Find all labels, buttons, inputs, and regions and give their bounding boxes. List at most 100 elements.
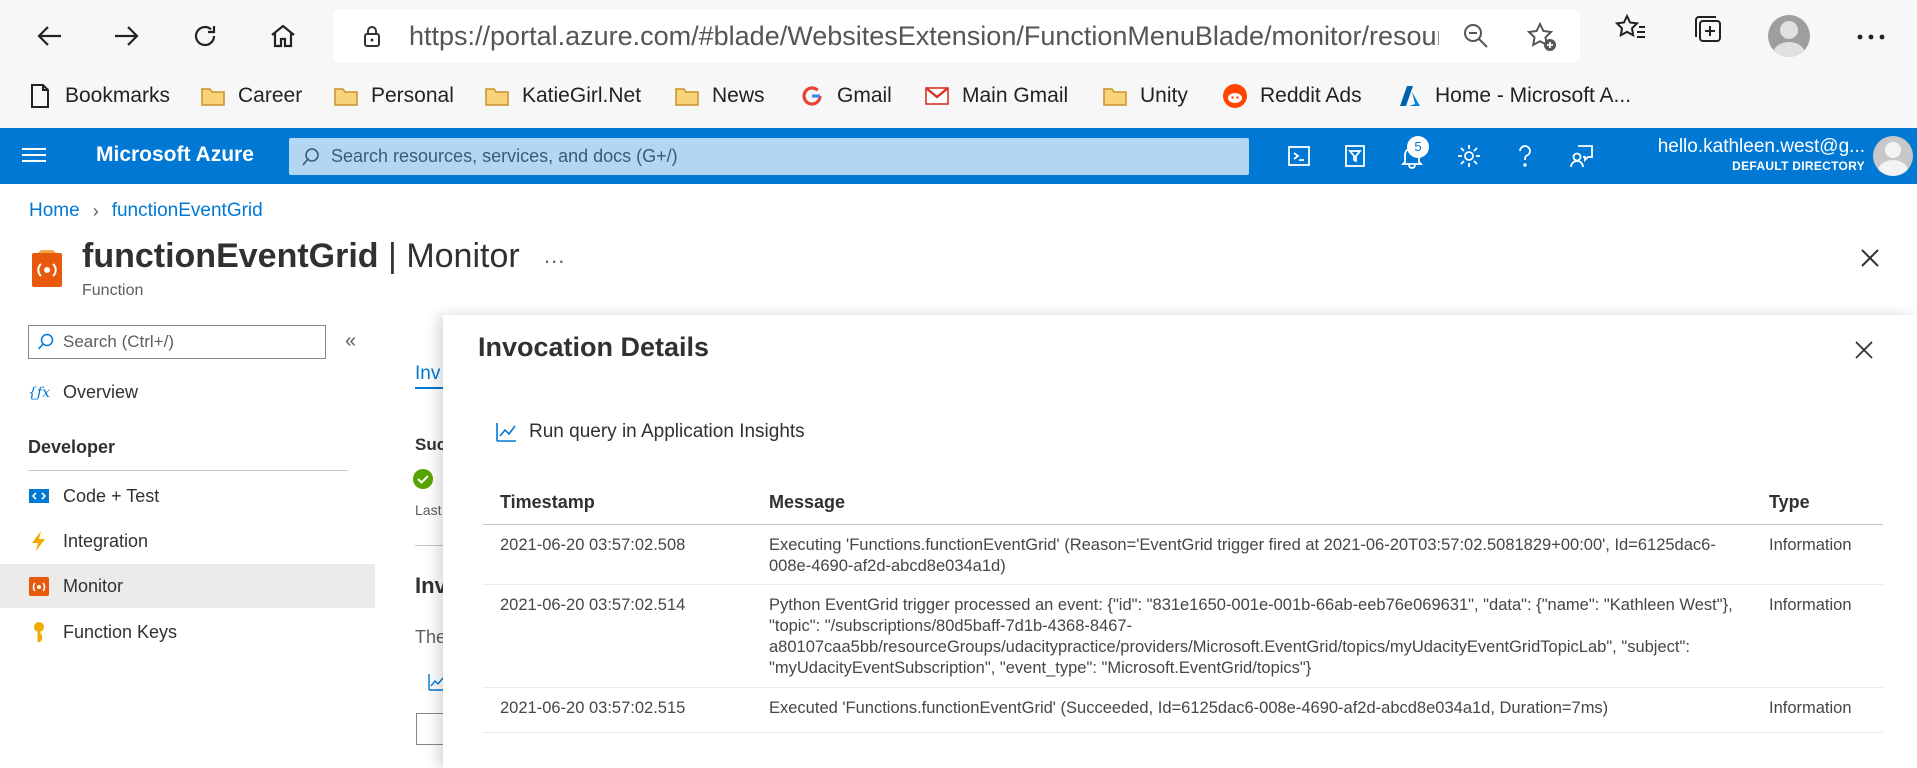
- close-icon[interactable]: [1858, 246, 1882, 270]
- bookmark-label: News: [712, 84, 765, 107]
- more-options-icon[interactable]: [1854, 22, 1888, 52]
- bookmark-item[interactable]: Main Gmail: [924, 74, 1068, 118]
- settings-button[interactable]: [1455, 142, 1483, 170]
- bookmark-label: Gmail: [837, 84, 892, 107]
- function-app-icon: [32, 250, 62, 287]
- monitor-icon: [29, 577, 49, 596]
- sidebar-item-label: Integration: [63, 530, 149, 551]
- table-header: Timestamp Message Type: [483, 479, 1883, 525]
- table-row[interactable]: 2021-06-20 03:57:02.514 Python EventGrid…: [483, 585, 1883, 688]
- sidebar-item-overview[interactable]: {ƒx} Overview: [0, 370, 375, 414]
- bookmark-label: Personal: [371, 84, 454, 107]
- notification-count-badge: 5: [1407, 136, 1429, 158]
- close-icon[interactable]: [1854, 340, 1874, 360]
- column-header-type[interactable]: Type: [1769, 492, 1810, 513]
- account-menu[interactable]: hello.kathleen.west@g... DEFAULT DIRECTO…: [1610, 136, 1865, 173]
- blade-name: Monitor: [406, 237, 520, 275]
- question-icon: [1519, 145, 1531, 167]
- zoom-out-icon[interactable]: [1462, 22, 1490, 50]
- row-timestamp: 2021-06-20 03:57:02.508: [500, 536, 686, 554]
- bookmarks-bar: Bookmarks Career Personal KatieGirl.Net …: [0, 74, 1917, 118]
- bookmark-item[interactable]: Career: [200, 74, 302, 118]
- tab-underline: [415, 387, 443, 389]
- back-button[interactable]: [26, 12, 74, 60]
- cloud-shell-button[interactable]: [1285, 142, 1313, 170]
- address-bar[interactable]: https://portal.azure.com/#blade/Websites…: [333, 9, 1580, 63]
- collections-icon[interactable]: [1692, 13, 1726, 47]
- key-icon: [34, 622, 44, 642]
- table-row[interactable]: 2021-06-20 03:57:02.508 Executing 'Funct…: [483, 525, 1883, 585]
- title-separator: |: [388, 237, 397, 275]
- success-check-icon: [413, 469, 433, 489]
- background-last-label: Last: [415, 502, 442, 518]
- table-row[interactable]: 2021-06-20 03:57:02.515 Executed 'Functi…: [483, 688, 1883, 733]
- account-email: hello.kathleen.west@g...: [1657, 136, 1865, 157]
- azure-brand[interactable]: Microsoft Azure: [96, 143, 254, 167]
- sidebar-item-label: Function Keys: [63, 621, 178, 642]
- background-filter-box[interactable]: [416, 713, 444, 745]
- bookmark-item[interactable]: Gmail: [799, 74, 892, 118]
- sidebar-divider: [28, 470, 348, 471]
- bookmark-item[interactable]: Unity: [1102, 74, 1188, 118]
- bookmark-label: Career: [238, 84, 303, 107]
- run-query-label: Run query in Application Insights: [529, 421, 805, 442]
- browser-toolbar: https://portal.azure.com/#blade/Websites…: [0, 0, 1917, 128]
- bookmark-item[interactable]: KatieGirl.Net: [484, 74, 641, 118]
- directory-filter-button[interactable]: [1341, 142, 1369, 170]
- lightning-icon: [32, 531, 45, 551]
- code-icon: [29, 489, 49, 503]
- page-title: functionEventGrid | Monitor: [82, 237, 520, 276]
- refresh-button[interactable]: [181, 12, 229, 60]
- breadcrumb: Home › functionEventGrid: [29, 200, 263, 222]
- refresh-icon: [194, 25, 216, 47]
- portal-menu-button[interactable]: [22, 144, 46, 168]
- browser-profile-avatar[interactable]: [1768, 15, 1810, 57]
- global-search-input[interactable]: Search resources, services, and docs (G+…: [289, 138, 1249, 175]
- bookmark-item[interactable]: News: [674, 74, 765, 118]
- sidebar-item-integration[interactable]: Integration: [0, 519, 375, 563]
- home-button[interactable]: [259, 12, 307, 60]
- search-icon: [302, 147, 319, 166]
- sidebar-item-function-keys[interactable]: Function Keys: [0, 610, 375, 654]
- folder-icon: [201, 88, 225, 106]
- forward-button[interactable]: [102, 12, 150, 60]
- gear-icon: [1458, 145, 1480, 167]
- sidebar-section-heading: Developer: [28, 437, 116, 457]
- search-icon: [37, 333, 54, 350]
- more-actions-button[interactable]: ...: [544, 243, 565, 269]
- folder-icon: [675, 88, 699, 106]
- lock-icon[interactable]: [359, 23, 385, 49]
- resource-menu-search-input[interactable]: Search (Ctrl+/): [28, 325, 326, 359]
- cloud-shell-icon: [1288, 146, 1310, 166]
- bookmark-label: Home - Microsoft A...: [1435, 84, 1632, 107]
- reddit-icon: [1223, 84, 1247, 108]
- bookmark-item[interactable]: Bookmarks: [27, 74, 170, 118]
- breadcrumb-home[interactable]: Home: [29, 200, 80, 222]
- background-text: The: [415, 627, 447, 647]
- sidebar-item-code-test[interactable]: Code + Test: [0, 474, 375, 518]
- add-favorite-icon[interactable]: [1526, 21, 1558, 53]
- chevron-right-icon: ›: [92, 200, 99, 221]
- directory-filter-icon: [1345, 145, 1365, 167]
- feedback-button[interactable]: [1568, 142, 1596, 170]
- url-text[interactable]: https://portal.azure.com/#blade/Websites…: [409, 21, 1439, 52]
- bookmark-item[interactable]: Home - Microsoft A...: [1397, 74, 1631, 118]
- account-avatar[interactable]: [1873, 136, 1913, 176]
- bookmark-item[interactable]: Reddit Ads: [1222, 74, 1362, 118]
- column-header-timestamp[interactable]: Timestamp: [500, 492, 595, 513]
- function-fx-icon: {ƒx}: [28, 385, 50, 401]
- favorites-icon[interactable]: [1613, 10, 1649, 46]
- bookmark-item[interactable]: Personal: [333, 74, 454, 118]
- folder-icon: [334, 88, 358, 106]
- column-header-message[interactable]: Message: [769, 492, 1739, 513]
- sidebar-item-monitor[interactable]: Monitor: [0, 564, 375, 608]
- row-message: Executing 'Functions.functionEventGrid' …: [769, 536, 1716, 575]
- collapse-menu-button[interactable]: «: [345, 330, 356, 353]
- run-query-button[interactable]: Run query in Application Insights: [495, 421, 805, 443]
- background-tab[interactable]: Inv: [415, 363, 440, 385]
- google-icon: [802, 86, 822, 106]
- sidebar-item-label: Monitor: [63, 575, 124, 596]
- row-type: Information: [1769, 596, 1852, 614]
- help-button[interactable]: [1511, 142, 1539, 170]
- breadcrumb-resource[interactable]: functionEventGrid: [112, 200, 263, 222]
